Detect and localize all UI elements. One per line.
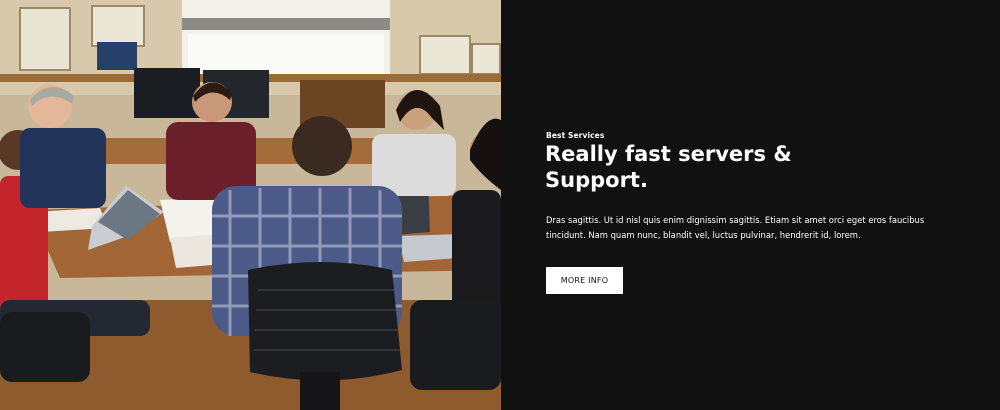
hero-description: Dras sagittis. Ut id nisl quis enim dign… (546, 215, 925, 240)
hero-section: Best Services Really fast servers & Supp… (0, 0, 1000, 410)
headline-line-1: Really fast servers & (545, 142, 792, 166)
headline-line-2: Support. (545, 168, 648, 192)
team-meeting-illustration (0, 0, 501, 410)
team-meeting-photo (0, 0, 501, 410)
hero-content-panel: Best Services Really fast servers & Supp… (501, 0, 1000, 410)
hero-headline: Really fast servers & Support. (545, 141, 845, 193)
more-info-button[interactable]: MORE INFO (546, 267, 623, 294)
eyebrow-label: Best Services (546, 131, 605, 140)
